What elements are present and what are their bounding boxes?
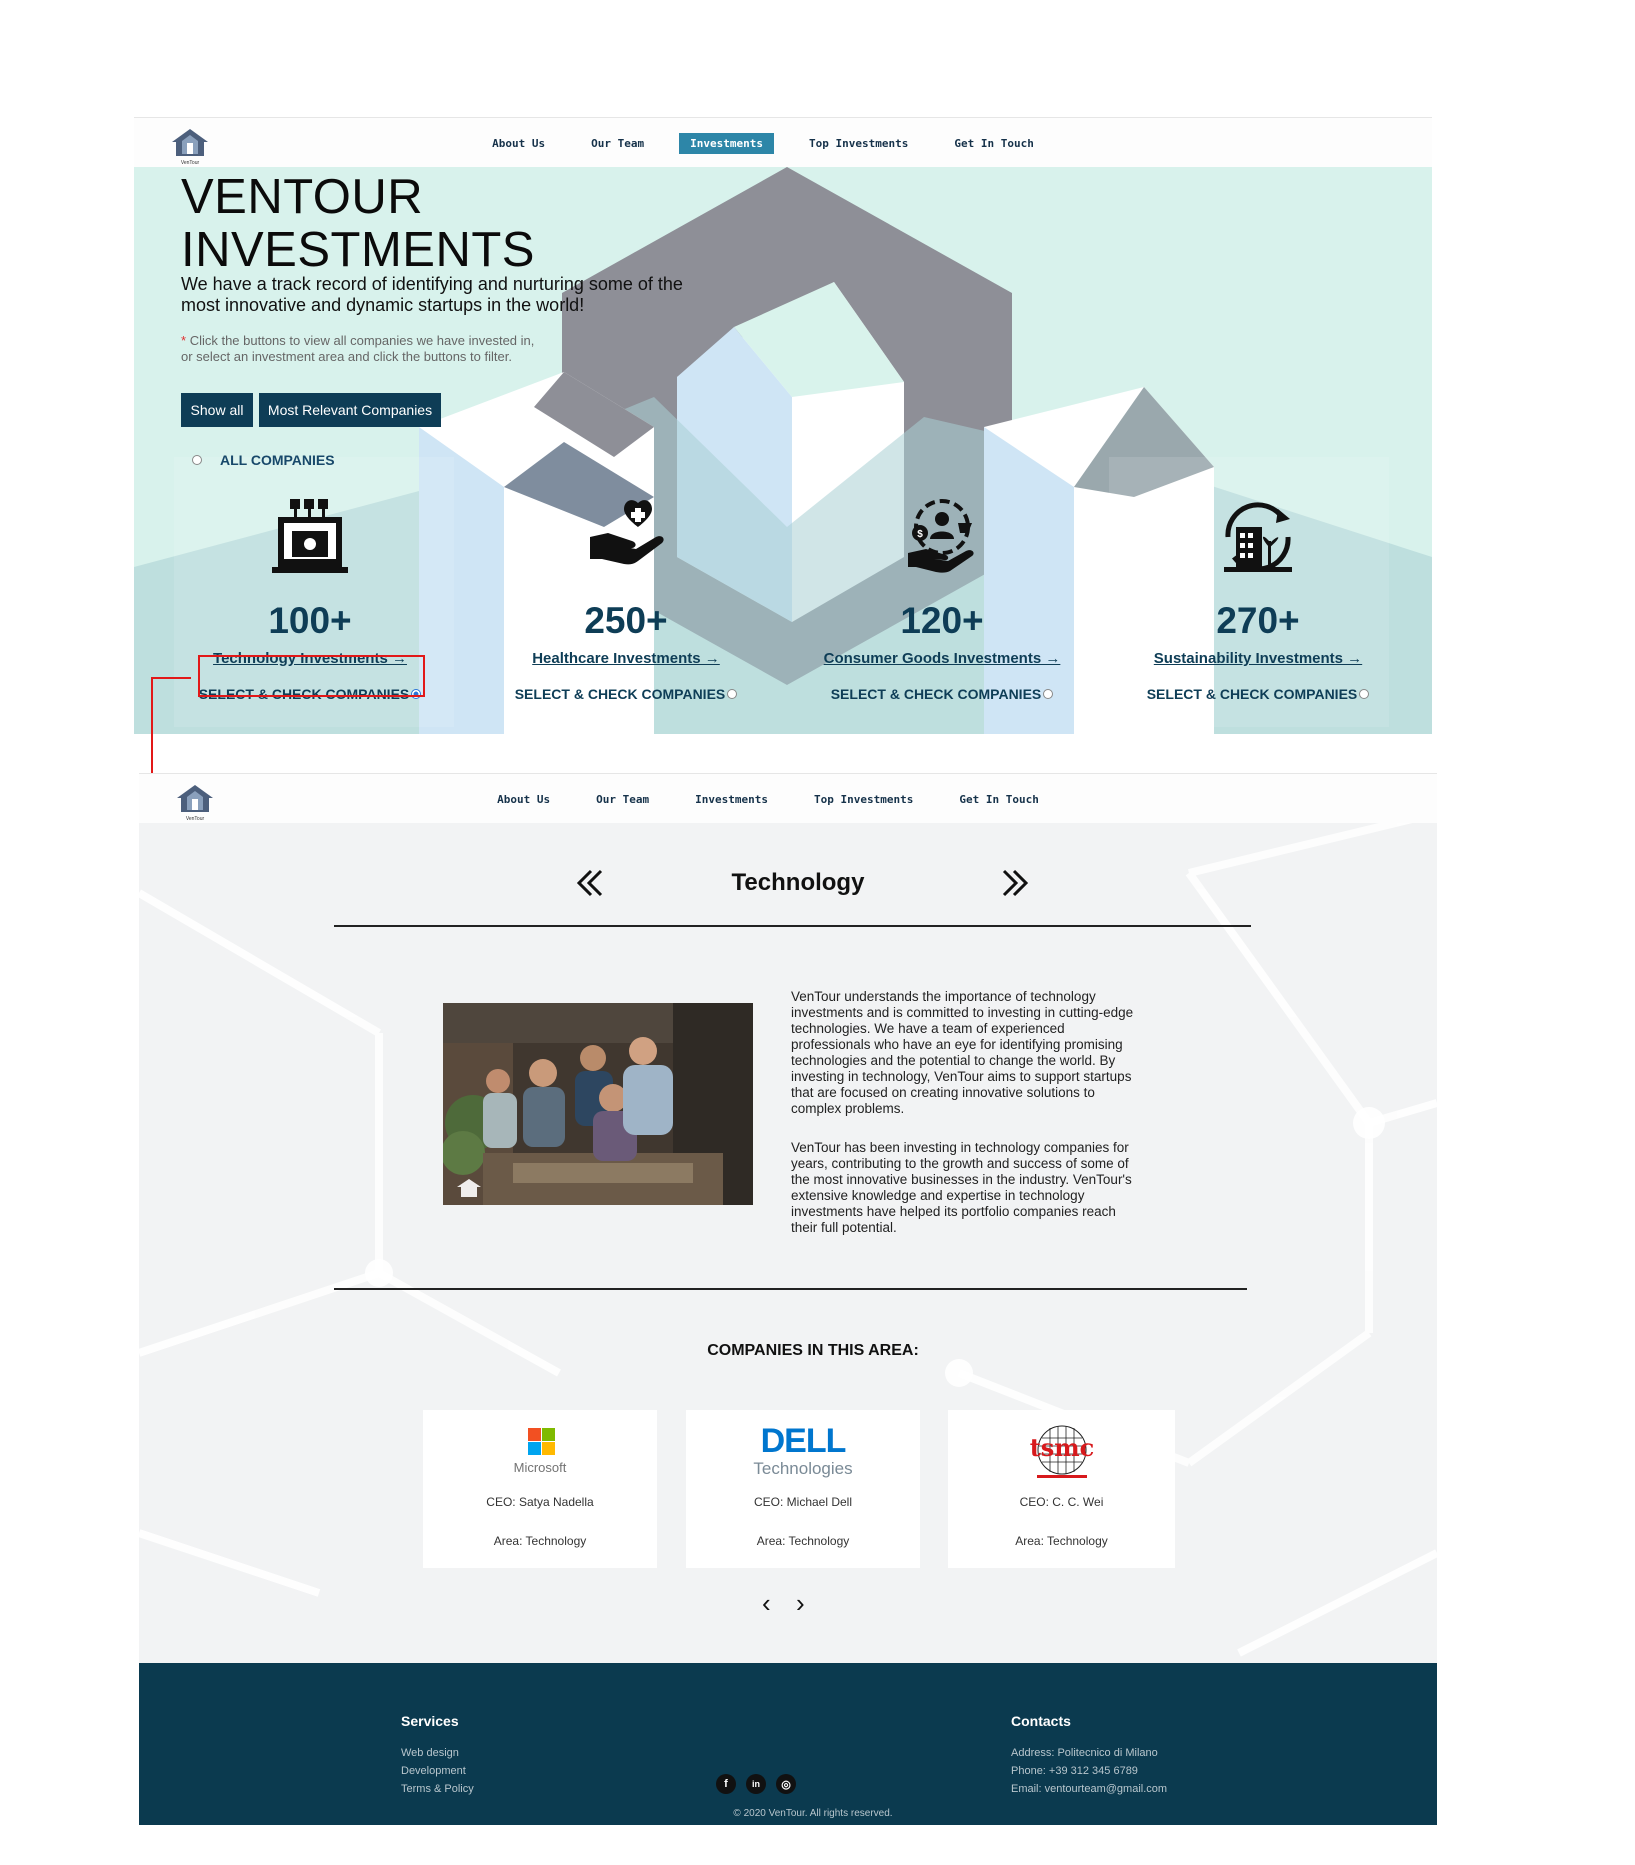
all-companies-label: ALL COMPANIES	[220, 452, 335, 468]
secondary-navigation: VenTour About Us Our Team Investments To…	[139, 773, 1437, 823]
svg-text:Technologies: Technologies	[753, 1459, 852, 1478]
tsmc-logo: tsmc	[948, 1422, 1175, 1482]
annotation-arrow-top	[151, 677, 191, 679]
hero-title: VENTOUR INVESTMENTS	[181, 170, 535, 277]
contact-email[interactable]: Email: ventourteam@gmail.com	[1011, 1783, 1167, 1795]
companies-prev-button[interactable]: ‹	[762, 1588, 771, 1619]
category-consumer-goods: $ 120+ Consumer Goods Investments → SELE…	[817, 497, 1067, 702]
footer: Services Web design Development Terms & …	[139, 1663, 1437, 1825]
companies-heading: COMPANIES IN THIS AREA:	[707, 1342, 919, 1359]
technology-detail-section: VenTour About Us Our Team Investments To…	[139, 773, 1437, 1825]
facebook-icon[interactable]: f	[716, 1774, 736, 1794]
investments-hero-section: VenTour About Us Our Team Investments To…	[134, 117, 1432, 734]
hero-instruction-note: * Click the buttons to view all companie…	[181, 333, 535, 364]
svg-text:tsmc: tsmc	[1029, 1433, 1094, 1462]
highlight-box	[198, 655, 425, 697]
consumer-goods-count: 120+	[900, 600, 984, 641]
footer-link-web-design[interactable]: Web design	[401, 1747, 459, 1759]
consumer-goods-investments-link[interactable]: Consumer Goods Investments →	[817, 650, 1067, 667]
nav-about-us[interactable]: About Us	[481, 133, 556, 154]
header-divider	[334, 925, 1251, 927]
company-area: Area: Technology	[493, 1534, 587, 1548]
svg-text:Microsoft: Microsoft	[514, 1460, 567, 1475]
sustainability-count: 270+	[1216, 600, 1300, 641]
company-ceo: CEO: C. C. Wei	[1019, 1495, 1104, 1509]
area-description-2: VenTour has been investing in technology…	[791, 1140, 1132, 1235]
footer-link-terms-policy[interactable]: Terms & Policy	[401, 1783, 474, 1795]
nav-about-us[interactable]: About Us	[486, 789, 561, 810]
show-all-button[interactable]: Show all	[181, 393, 253, 427]
nav-top-investments[interactable]: Top Investments	[803, 789, 924, 810]
all-companies-option[interactable]: ALL COMPANIES	[192, 452, 335, 468]
category-healthcare: 250+ Healthcare Investments → SELECT & C…	[501, 497, 751, 702]
healthcare-investments-link[interactable]: Healthcare Investments →	[501, 650, 751, 667]
category-sustainability: 270+ Sustainability Investments → SELECT…	[1133, 497, 1383, 702]
footer-link-development[interactable]: Development	[401, 1765, 466, 1777]
microsoft-logo: Microsoft	[423, 1422, 657, 1482]
company-ceo: CEO: Michael Dell	[753, 1495, 853, 1509]
company-card-tsmc[interactable]: tsmc CEO: C. C. Wei Area: Technology	[948, 1410, 1175, 1568]
top-navigation: VenTour About Us Our Team Investments To…	[134, 117, 1432, 167]
hero-subtitle: We have a track record of identifying an…	[181, 274, 683, 315]
sustainability-radio[interactable]	[1359, 689, 1370, 699]
svg-text:DELL: DELL	[761, 1422, 846, 1460]
healthcare-count: 250+	[584, 600, 668, 641]
healthcare-select[interactable]: SELECT & CHECK COMPANIES	[501, 686, 751, 702]
technology-icon	[272, 499, 348, 573]
copyright-text: © 2020 VenTour. All rights reserved.	[733, 1808, 893, 1819]
consumer-goods-icon: $	[908, 499, 974, 573]
hero-panel: VENTOUR INVESTMENTS We have a track reco…	[134, 167, 1432, 734]
nav-top-investments[interactable]: Top Investments	[798, 133, 919, 154]
dell-logo: DELL Technologies	[686, 1422, 920, 1482]
technology-count: 100+	[268, 600, 352, 641]
sustainability-select[interactable]: SELECT & CHECK COMPANIES	[1133, 686, 1383, 702]
company-area: Area: Technology	[1015, 1534, 1108, 1548]
services-heading: Services	[401, 1713, 459, 1729]
team-meeting-photo	[443, 1003, 753, 1205]
sustainability-investments-link[interactable]: Sustainability Investments →	[1133, 650, 1383, 667]
linkedin-icon[interactable]: in	[746, 1774, 766, 1794]
nav-get-in-touch[interactable]: Get In Touch	[948, 789, 1049, 810]
nav-get-in-touch[interactable]: Get In Touch	[943, 133, 1044, 154]
nav-our-team[interactable]: Our Team	[585, 789, 660, 810]
sustainability-icon	[1224, 502, 1292, 572]
healthcare-icon	[590, 500, 664, 565]
svg-text:$: $	[917, 529, 923, 540]
content-divider	[334, 1288, 1247, 1290]
company-area: Area: Technology	[756, 1534, 850, 1548]
companies-next-button[interactable]: ›	[796, 1588, 805, 1619]
area-description-1: VenTour understands the importance of te…	[791, 989, 1134, 1116]
area-header: Technology	[139, 863, 1437, 903]
company-card-microsoft[interactable]: Microsoft CEO: Satya Nadella Area: Techn…	[423, 1410, 657, 1568]
nav-investments[interactable]: Investments	[684, 789, 779, 810]
instagram-icon[interactable]: ◎	[776, 1774, 796, 1794]
most-relevant-companies-button[interactable]: Most Relevant Companies	[259, 393, 441, 427]
next-area-icon[interactable]	[996, 863, 1036, 903]
consumer-goods-radio[interactable]	[1043, 689, 1054, 699]
healthcare-radio[interactable]	[727, 689, 738, 699]
company-card-dell[interactable]: DELL Technologies CEO: Michael Dell Area…	[686, 1410, 920, 1568]
contact-address: Address: Politecnico di Milano	[1011, 1747, 1158, 1759]
all-companies-radio[interactable]	[192, 455, 202, 465]
nav-investments[interactable]: Investments	[679, 132, 774, 154]
contacts-heading: Contacts	[1011, 1713, 1071, 1729]
area-title: Technology	[731, 869, 865, 896]
consumer-goods-select[interactable]: SELECT & CHECK COMPANIES	[817, 686, 1067, 702]
company-ceo: CEO: Satya Nadella	[486, 1495, 594, 1509]
contact-phone: Phone: +39 312 345 6789	[1011, 1765, 1138, 1777]
nav-our-team[interactable]: Our Team	[580, 133, 655, 154]
